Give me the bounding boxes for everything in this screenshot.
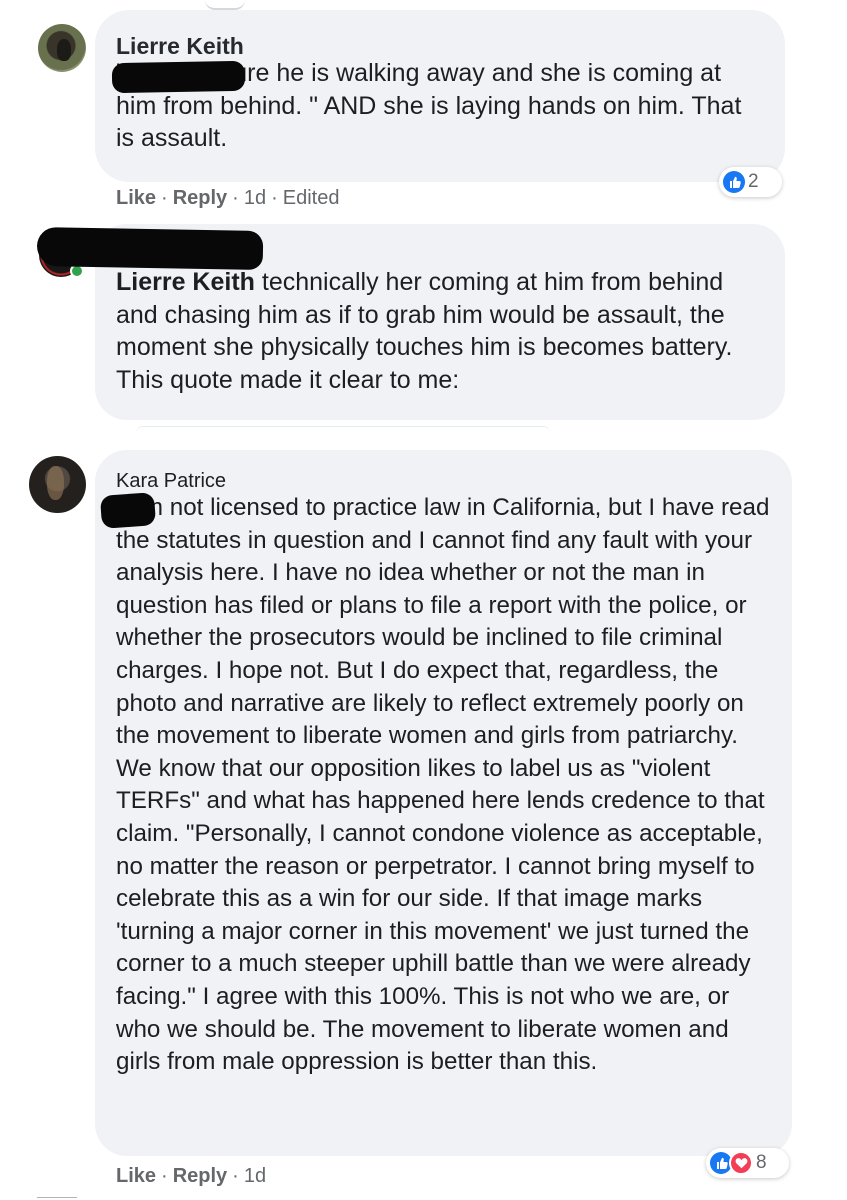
separator: · (232, 187, 239, 209)
comment-actions: Like · Reply · 1d · Edited (116, 186, 339, 210)
redacted-name (36, 227, 264, 270)
reply-link[interactable]: Reply (173, 1165, 227, 1187)
kara-patrice-avatar[interactable] (29, 456, 86, 513)
reaction-count: 8 (756, 1152, 767, 1173)
screenshot-bottom-edge (0, 1192, 847, 1200)
comment-time[interactable]: 1d (244, 1165, 266, 1187)
separator: · (232, 1165, 239, 1187)
redacted-mention (99, 492, 157, 529)
embedded-preview-edge (136, 426, 550, 433)
comment-author[interactable]: Lierre Keith (116, 33, 244, 59)
mention-link[interactable]: Lierre Keith (116, 268, 255, 296)
comment-time[interactable]: 1d (244, 187, 266, 209)
comment-author[interactable]: Kara Patrice (116, 468, 226, 494)
previous-comment-fragment (205, 0, 245, 10)
redacted-mention (111, 60, 246, 94)
reply-link[interactable]: Reply (173, 187, 227, 209)
like-icon (723, 171, 745, 193)
reaction-summary[interactable]: 2 (719, 167, 782, 197)
like-link[interactable]: Like (116, 187, 156, 209)
separator: · (161, 187, 168, 209)
comment-text: I am not licensed to practice law in Cal… (116, 494, 777, 1076)
separator: · (161, 1165, 168, 1187)
reaction-count: 2 (748, 171, 759, 192)
like-link[interactable]: Like (116, 1165, 156, 1187)
lierre-keith-avatar[interactable] (38, 24, 86, 72)
separator: · (271, 187, 278, 209)
edited-label[interactable]: Edited (283, 187, 340, 209)
reaction-summary[interactable]: 8 (706, 1148, 789, 1178)
heart-icon (729, 1151, 753, 1175)
comment-actions: Like · Reply · 1d (116, 1164, 266, 1188)
reply-comment-text: Lierre Keith technically her coming at h… (116, 266, 771, 396)
